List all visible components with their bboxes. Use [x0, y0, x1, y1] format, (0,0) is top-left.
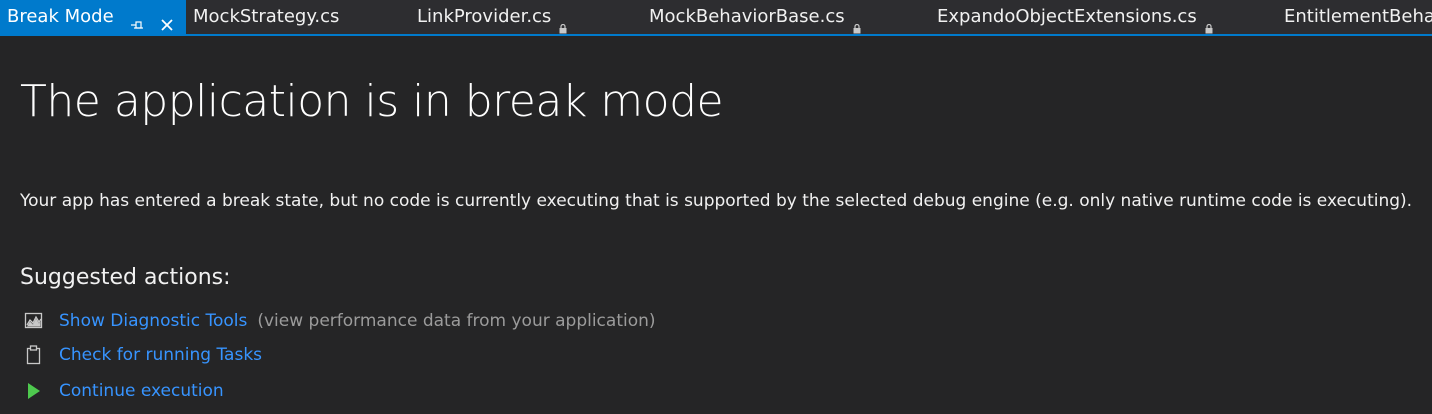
- tab-label: Break Mode: [7, 6, 114, 27]
- document-tab-bar: Break Mode MockStrategy.cs LinkProvider.…: [0, 0, 1432, 34]
- tab-expandoobjectextensions[interactable]: ExpandoObjectExtensions.cs: [937, 0, 1213, 34]
- diagnostic-tools-icon: [24, 311, 44, 331]
- diagnostic-tools-hint: (view performance data from your applica…: [257, 311, 656, 331]
- lock-icon: [559, 12, 567, 34]
- tab-label: LinkProvider.cs: [417, 6, 552, 27]
- clipboard-icon: [24, 345, 44, 365]
- pin-icon[interactable]: [131, 11, 143, 29]
- tab-label: MockBehaviorBase.cs: [649, 6, 845, 27]
- suggested-actions-heading: Suggested actions:: [20, 265, 231, 290]
- page-title: The application is in break mode: [20, 76, 724, 127]
- tab-break-mode[interactable]: Break Mode: [0, 0, 186, 34]
- break-mode-page: The application is in break mode Your ap…: [0, 36, 1432, 414]
- show-diagnostic-tools-link[interactable]: Show Diagnostic Tools (view performance d…: [59, 309, 656, 333]
- tab-label: ExpandoObjectExtensions.cs: [937, 6, 1197, 27]
- lock-icon: [853, 12, 861, 34]
- show-diagnostic-tools-label: Show Diagnostic Tools: [59, 311, 248, 331]
- check-running-tasks-link[interactable]: Check for running Tasks: [59, 343, 262, 367]
- tab-label: MockStrategy.cs: [193, 6, 340, 27]
- tab-mockstrategy[interactable]: MockStrategy.cs: [193, 0, 339, 34]
- tab-mockbehaviorbase[interactable]: MockBehaviorBase.cs: [649, 0, 861, 34]
- tab-linkprovider[interactable]: LinkProvider.cs: [417, 0, 567, 34]
- tab-label: EntitlementBeha: [1284, 6, 1432, 27]
- continue-execution-link[interactable]: Continue execution: [59, 379, 224, 403]
- tab-entitlementbehavior[interactable]: EntitlementBeha: [1284, 0, 1432, 34]
- close-icon[interactable]: [160, 10, 174, 31]
- play-icon: [24, 381, 44, 401]
- break-state-description: Your app has entered a break state, but …: [20, 191, 1413, 211]
- lock-icon: [1205, 12, 1213, 34]
